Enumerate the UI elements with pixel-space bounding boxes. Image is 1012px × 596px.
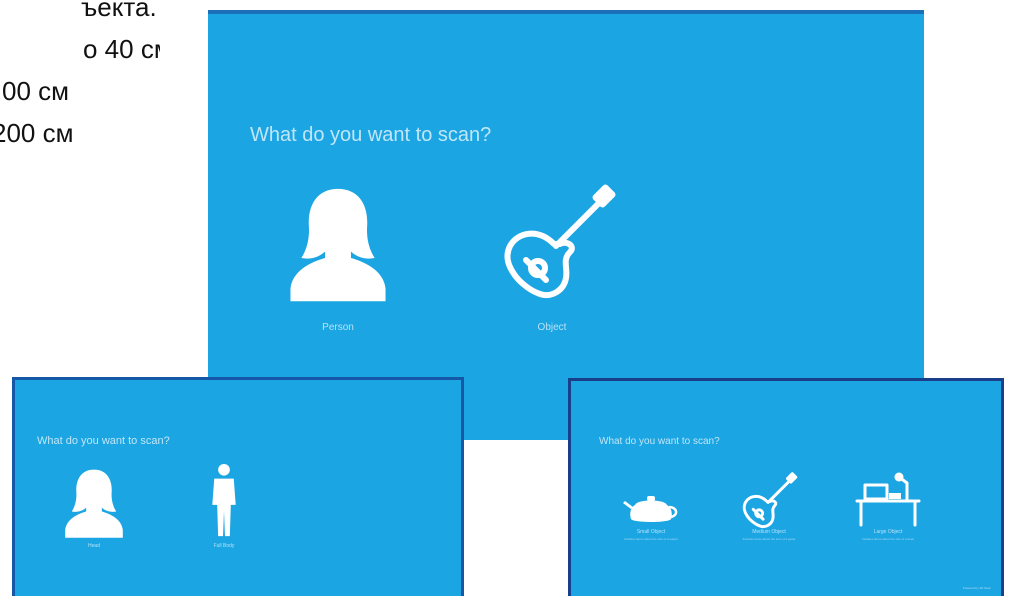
composite-image: ъекта. о 40 см 00 см 200 см What do you … <box>0 0 1012 596</box>
desk-icon <box>855 472 921 527</box>
scan-question-title: What do you want to scan? <box>599 436 720 447</box>
scan-screen-left: What do you want to scan? Head Full Body <box>12 377 464 596</box>
person-icon <box>65 469 123 538</box>
large-object-option-button[interactable] <box>853 471 923 527</box>
small-object-label: Small Object <box>636 529 666 535</box>
medium-object-label: Medium Object <box>752 529 786 535</box>
russian-text-line: ъекта. <box>81 0 157 22</box>
full-body-option-label: Full Body <box>213 543 235 549</box>
corner-note: Powered by 3D Scan <box>962 586 991 590</box>
head-option-label: Head <box>88 543 100 549</box>
object-option-label: Object <box>537 322 567 333</box>
guitar-icon <box>742 472 798 529</box>
full-body-option-button[interactable] <box>207 462 241 540</box>
person-option-label: Person <box>322 322 354 333</box>
medium-object-description: Includes items about the size of a guita… <box>742 537 796 541</box>
scan-screen-main: What do you want to scan? Person Object <box>208 10 924 440</box>
medium-object-option-button[interactable] <box>739 471 799 531</box>
large-object-description: Includes items about the size of a desk <box>862 537 914 541</box>
russian-text-block: ъекта. о 40 см 00 см 200 см <box>0 0 160 160</box>
person-option-button[interactable] <box>284 184 392 304</box>
russian-text-line: 00 см <box>2 76 70 106</box>
large-object-label: Large Object <box>873 529 903 535</box>
object-option-button[interactable] <box>498 182 618 304</box>
small-object-description: Includes items about the size of a teapo… <box>624 537 678 541</box>
russian-text-line: о 40 см <box>83 34 160 64</box>
full-body-icon <box>212 463 236 537</box>
scan-screen-right: What do you want to scan? Small Object I… <box>568 378 1004 596</box>
russian-text-line: 200 см <box>0 118 74 148</box>
guitar-icon <box>504 184 616 298</box>
scan-question-title: What do you want to scan? <box>250 124 492 146</box>
teapot-icon <box>623 496 678 522</box>
scan-question-title: What do you want to scan? <box>37 435 170 447</box>
head-option-button[interactable] <box>58 467 130 539</box>
person-icon <box>290 188 386 302</box>
small-object-option-button[interactable] <box>621 493 681 527</box>
